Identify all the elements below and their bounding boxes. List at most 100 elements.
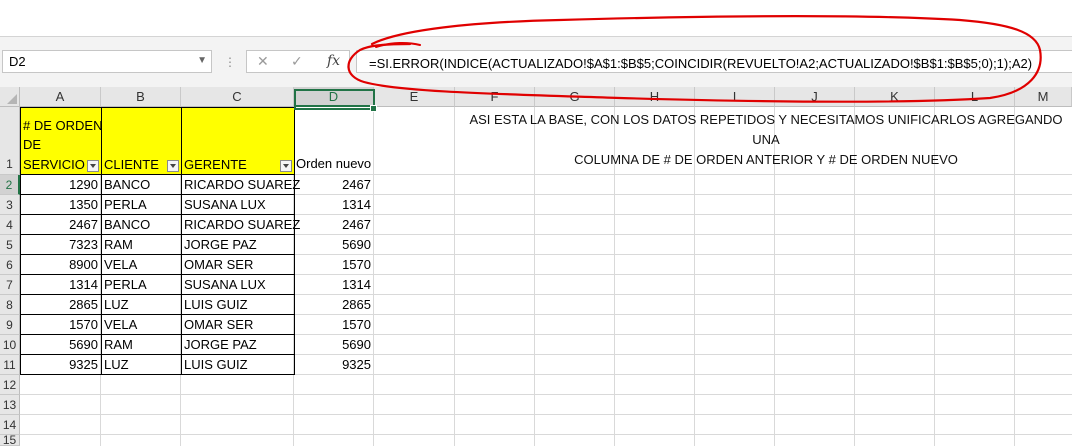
filter-dropdown-icon[interactable] xyxy=(280,160,292,172)
table-cell[interactable]: JORGE PAZ xyxy=(181,334,295,355)
table-cell[interactable]: VELA xyxy=(101,254,182,275)
note-line: ASI ESTA LA BASE, CON LOS DATOS REPETIDO… xyxy=(469,112,1063,147)
table-cell[interactable]: RAM xyxy=(101,334,182,355)
row-header-13[interactable]: 13 xyxy=(0,395,20,415)
table-cell[interactable]: 1570 xyxy=(20,314,102,335)
header-line: DE xyxy=(23,137,42,152)
name-box-value: D2 xyxy=(9,54,26,69)
table-cell[interactable]: RICARDO SUAREZ xyxy=(181,174,300,195)
formula-input[interactable]: =SI.ERROR(INDICE(ACTUALIZADO!$A$1:$B$5;C… xyxy=(356,50,1072,73)
gridline xyxy=(20,434,1072,435)
table-cell[interactable]: 1314 xyxy=(20,274,102,295)
table-cell[interactable]: SUSANA LUX xyxy=(181,194,295,215)
cancel-x-icon[interactable]: ✕ xyxy=(257,53,269,70)
row-header-15[interactable]: 15 xyxy=(0,434,20,446)
column-header-e[interactable]: E xyxy=(374,87,455,107)
header-cell-gerente[interactable]: GERENTE xyxy=(181,107,295,175)
name-box[interactable]: D2 ▼ xyxy=(2,50,212,73)
row-header-5[interactable]: 5 xyxy=(0,235,20,255)
table-cell[interactable]: 5690 xyxy=(294,235,374,255)
row-header-12[interactable]: 12 xyxy=(0,375,20,395)
table-cell[interactable]: 9325 xyxy=(294,355,374,375)
table-cell[interactable]: 2865 xyxy=(20,294,102,315)
table-cell[interactable]: VELA xyxy=(101,314,182,335)
table-cell[interactable]: 1290 xyxy=(20,174,102,195)
table-cell[interactable]: 1350 xyxy=(20,194,102,215)
table-cell[interactable]: 5690 xyxy=(20,334,102,355)
table-cell[interactable]: BANCO xyxy=(101,214,182,235)
header-line: SERVICIO xyxy=(23,157,85,172)
table-cell[interactable]: 1570 xyxy=(294,255,374,275)
gridline xyxy=(454,107,455,446)
row-header-3[interactable]: 3 xyxy=(0,195,20,215)
check-icon[interactable]: ✓ xyxy=(291,53,303,70)
column-header-b[interactable]: B xyxy=(101,87,181,107)
table-cell[interactable]: PERLA xyxy=(101,274,182,295)
fill-handle[interactable] xyxy=(370,105,377,112)
column-header-i[interactable]: I xyxy=(695,87,775,107)
header-label: GERENTE xyxy=(184,157,247,172)
column-header-c[interactable]: C xyxy=(181,87,294,107)
table-cell[interactable]: LUIS GUIZ xyxy=(181,354,295,375)
table-cell[interactable]: 1314 xyxy=(294,195,374,215)
table-cell[interactable]: OMAR SER xyxy=(181,254,295,275)
header-cell-orden-servicio[interactable]: # DE ORDEN DE SERVICIO xyxy=(20,107,102,175)
row-header-7[interactable]: 7 xyxy=(0,275,20,295)
drag-handle-icon[interactable]: ⋮ xyxy=(224,55,237,69)
filter-dropdown-icon[interactable] xyxy=(167,160,179,172)
table-cell[interactable]: PERLA xyxy=(101,194,182,215)
formula-buttons: ✕ ✓ fx xyxy=(246,50,350,73)
row-header-6[interactable]: 6 xyxy=(0,255,20,275)
table-cell[interactable]: JORGE PAZ xyxy=(181,234,295,255)
gridline xyxy=(20,394,1072,395)
table-cell[interactable]: 7323 xyxy=(20,234,102,255)
column-header-f[interactable]: F xyxy=(455,87,535,107)
table-cell[interactable]: 1314 xyxy=(294,275,374,295)
header-line: # DE ORDEN xyxy=(23,118,103,133)
table-cell[interactable]: 2467 xyxy=(294,175,374,195)
row-header-14[interactable]: 14 xyxy=(0,415,20,435)
row-header-10[interactable]: 10 xyxy=(0,335,20,355)
table-cell[interactable]: SUSANA LUX xyxy=(181,274,295,295)
select-all-corner[interactable] xyxy=(0,87,20,107)
table-cell[interactable]: 8900 xyxy=(20,254,102,275)
row-header-1[interactable]: 1 xyxy=(0,107,20,175)
row-header-11[interactable]: 11 xyxy=(0,355,20,375)
table-cell[interactable]: 9325 xyxy=(20,354,102,375)
table-cell[interactable]: 5690 xyxy=(294,335,374,355)
header-cell-cliente[interactable]: CLIENTE xyxy=(101,107,182,175)
active-cell-selection[interactable] xyxy=(294,89,377,112)
chevron-down-icon[interactable]: ▼ xyxy=(197,55,207,66)
ribbon-strip xyxy=(0,0,1072,37)
note-line: COLUMNA DE # DE ORDEN ANTERIOR Y # DE OR… xyxy=(574,152,958,167)
row-header-4[interactable]: 4 xyxy=(0,215,20,235)
table-cell[interactable]: 2467 xyxy=(20,214,102,235)
table-cell[interactable]: 2865 xyxy=(294,295,374,315)
row-header-2[interactable]: 2 xyxy=(0,175,20,195)
table-cell[interactable]: 1570 xyxy=(294,315,374,335)
row-header-8[interactable]: 8 xyxy=(0,295,20,315)
annotation-note: ASI ESTA LA BASE, CON LOS DATOS REPETIDO… xyxy=(460,110,1072,170)
table-cell[interactable]: BANCO xyxy=(101,174,182,195)
table-cell[interactable]: OMAR SER xyxy=(181,314,295,335)
table-cell[interactable]: LUZ xyxy=(101,294,182,315)
table-cell[interactable]: RICARDO SUAREZ xyxy=(181,214,300,235)
table-cell[interactable]: LUIS GUIZ xyxy=(181,294,295,315)
formula-bar: D2 ▼ ⋮ ✕ ✓ fx =SI.ERROR(INDICE(ACTUALIZA… xyxy=(0,37,1072,88)
column-header-h[interactable]: H xyxy=(615,87,695,107)
column-header-g[interactable]: G xyxy=(535,87,615,107)
filter-dropdown-icon[interactable] xyxy=(87,160,99,172)
table-cell[interactable]: RAM xyxy=(101,234,182,255)
column-header-l[interactable]: L xyxy=(935,87,1015,107)
column-header-a[interactable]: A xyxy=(20,87,101,107)
column-header-j[interactable]: J xyxy=(775,87,855,107)
fx-icon[interactable]: fx xyxy=(327,53,340,69)
row-header-9[interactable]: 9 xyxy=(0,315,20,335)
column-header-k[interactable]: K xyxy=(855,87,935,107)
column-header-m[interactable]: M xyxy=(1015,87,1072,107)
header-label: CLIENTE xyxy=(104,157,159,172)
formula-text: =SI.ERROR(INDICE(ACTUALIZADO!$A$1:$B$5;C… xyxy=(369,56,1033,71)
table-cell[interactable]: LUZ xyxy=(101,354,182,375)
header-cell-orden-nuevo[interactable]: Orden nuevo xyxy=(294,107,375,175)
table-cell[interactable]: 2467 xyxy=(294,215,374,235)
